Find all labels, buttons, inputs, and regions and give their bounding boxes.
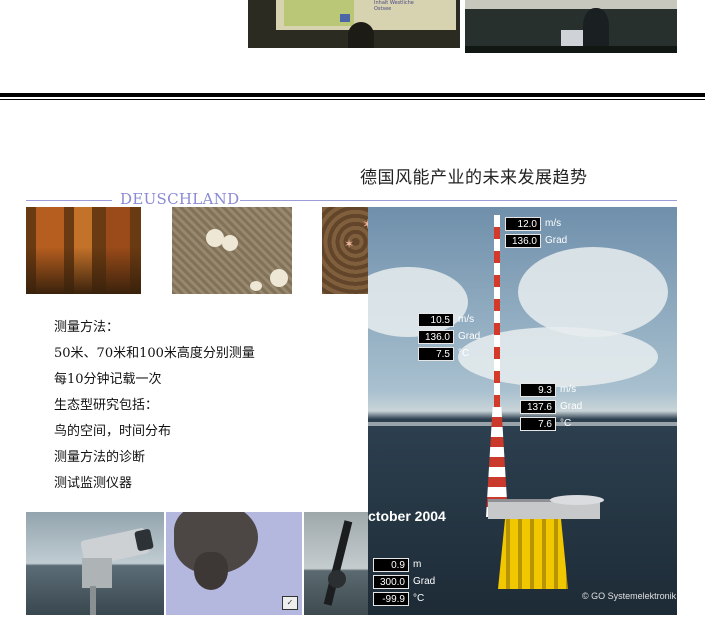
temperature-unit: °C (560, 418, 572, 429)
wind-direction-unit: Grad (545, 235, 568, 246)
slide-title: 德国风能产业的未来发展趋势 (360, 168, 588, 188)
speaker-silhouette (348, 22, 374, 48)
text-line: 鸟的空间，时间分布 (54, 424, 172, 439)
platform-jacket (498, 519, 568, 589)
temperature-unit: °C (458, 348, 470, 359)
text-line: 生态型研究包括： (54, 398, 159, 413)
coral-photo (26, 207, 141, 294)
wind-speed-value: 10.5 (418, 313, 454, 327)
temperature-value: 7.6 (520, 417, 556, 431)
water-temperature-unit: °C (413, 593, 425, 604)
camera-photo (26, 512, 164, 615)
water-temperature-value: -99.9 (373, 592, 409, 606)
text-line: 每10分钟记载一次 (54, 372, 162, 387)
text-panel: 测量方法： 50米、70米和100米高度分别测量 每10分钟记载一次 生态型研究… (26, 294, 368, 512)
slide-text: Inhalt Westliche Ostsee (374, 0, 414, 12)
slide-logo (340, 14, 350, 22)
separator-thick (0, 93, 705, 97)
seabed-photo (172, 207, 292, 294)
current-direction-unit: Grad (413, 576, 436, 587)
temperature-value: 7.5 (418, 347, 454, 361)
sensor-hub (328, 570, 346, 588)
region-divider-left (26, 200, 112, 201)
sensor-blade (323, 520, 353, 606)
wind-direction-value: 137.6 (520, 400, 556, 414)
speaker-photo (465, 0, 677, 53)
photo-date: ctober 2004 (368, 508, 446, 524)
bird-photo: ✓ (166, 512, 302, 615)
text-line: 测量方法的诊断 (54, 450, 146, 465)
text-line: 测量方法： (54, 320, 120, 335)
slide-map-image (284, 0, 354, 26)
wind-speed-unit: m/s (560, 384, 577, 395)
text-line: 50米、70米和100米高度分别测量 (54, 346, 255, 361)
helipad (550, 495, 604, 505)
photo-credit: © GO Systemelektronik (582, 591, 677, 601)
region-divider-right (240, 200, 677, 201)
wind-speed-unit: m/s (458, 314, 475, 325)
sea-level-unit: m (413, 559, 422, 570)
sensor-photo (304, 512, 368, 615)
current-direction-value: 300.0 (373, 575, 409, 589)
wind-direction-unit: Grad (560, 401, 583, 412)
wind-speed-value: 9.3 (520, 383, 556, 397)
sea-level-value: 0.9 (373, 558, 409, 572)
region-label: DEUSCHLAND (120, 190, 240, 208)
presentation-photo: Inhalt Westliche Ostsee (248, 0, 460, 48)
separator-thin (0, 99, 705, 100)
wind-direction-value: 136.0 (505, 234, 541, 248)
wind-speed-value: 12.0 (505, 217, 541, 231)
wind-direction-unit: Grad (458, 331, 481, 342)
camera-lens (134, 528, 154, 552)
speaker-person (583, 8, 609, 48)
wind-speed-unit: m/s (545, 218, 562, 229)
wind-direction-value: 136.0 (418, 330, 454, 344)
wall (465, 0, 677, 9)
desk (465, 46, 677, 53)
logo-icon: ✓ (282, 596, 298, 610)
text-line: 测试监测仪器 (54, 476, 133, 491)
